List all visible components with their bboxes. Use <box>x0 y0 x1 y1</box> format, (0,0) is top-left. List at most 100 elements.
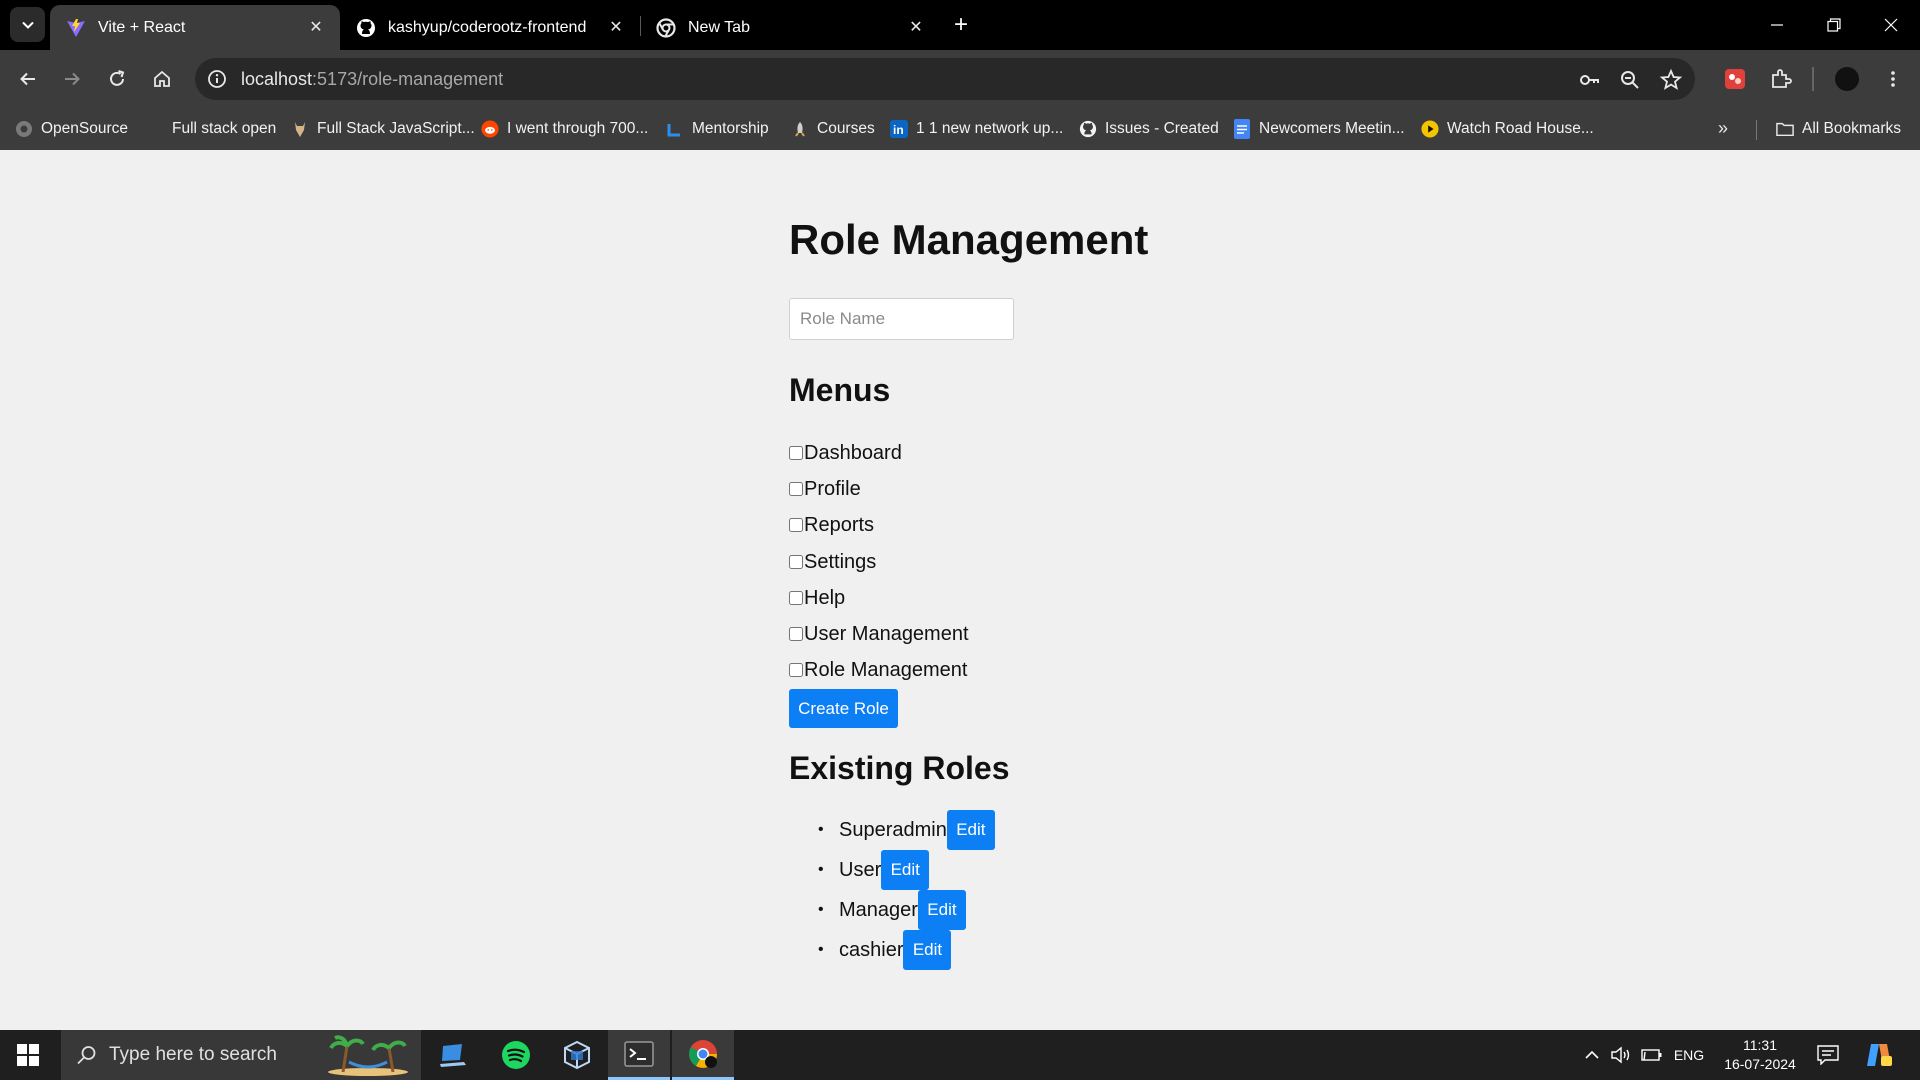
bookmark-linkedin[interactable]: in 1 1 new network up... <box>890 117 1063 141</box>
bookmark-label: Issues - Created <box>1105 120 1219 137</box>
taskbar-clock[interactable]: 11:31 16-07-2024 <box>1714 1036 1806 1074</box>
edit-role-button[interactable]: Edit <box>917 890 966 930</box>
home-icon <box>154 70 170 87</box>
extensions-puzzle-icon[interactable] <box>1766 64 1796 94</box>
tab-search-dropdown-button[interactable] <box>10 7 45 42</box>
play-icon <box>1421 120 1439 138</box>
bookmark-mentorship[interactable]: Mentorship <box>666 117 769 141</box>
close-tab-icon[interactable]: ✕ <box>606 17 626 37</box>
forward-button[interactable] <box>57 64 87 94</box>
chrome-icon <box>656 17 676 38</box>
menu-option-label: Help <box>804 586 846 609</box>
bookmark-full-stack-open[interactable]: Full stack open <box>172 117 276 141</box>
volume-icon[interactable] <box>1608 1030 1634 1080</box>
close-icon <box>1884 18 1898 32</box>
tab-vite-react[interactable]: Vite + React ✕ <box>50 5 340 50</box>
tab-new-tab[interactable]: New Tab ✕ <box>640 5 940 50</box>
menu-option-help[interactable]: Help <box>789 583 845 613</box>
menu-checkbox[interactable] <box>789 627 803 641</box>
reload-button[interactable] <box>102 64 132 94</box>
menu-checkbox[interactable] <box>789 591 803 605</box>
menu-checkbox[interactable] <box>789 446 803 460</box>
menu-option-role-management[interactable]: Role Management <box>789 655 967 685</box>
bookmark-reddit-post[interactable]: I went through 700... <box>481 117 648 141</box>
bookmark-label: Watch Road House... <box>1447 120 1594 137</box>
close-tab-icon[interactable]: ✕ <box>306 17 326 37</box>
role-name: Manager <box>839 898 918 921</box>
password-key-icon[interactable] <box>1577 68 1601 92</box>
create-role-button[interactable]: Create Role <box>789 689 898 728</box>
bookmark-newcomers-meeting[interactable]: Newcomers Meetin... <box>1233 117 1405 141</box>
bookmark-watch-road-house[interactable]: Watch Road House... <box>1421 117 1594 141</box>
menus-heading: Menus <box>789 372 891 408</box>
extension-red-icon[interactable] <box>1720 64 1750 94</box>
zoom-icon[interactable] <box>1618 68 1642 92</box>
bookmark-courses[interactable]: Courses <box>791 117 875 141</box>
menu-checkbox[interactable] <box>789 555 803 569</box>
address-bar[interactable]: localhost:5173/role-management <box>195 58 1695 100</box>
copilot-icon[interactable] <box>1862 1030 1896 1080</box>
home-button[interactable] <box>147 64 177 94</box>
notifications-icon[interactable] <box>1814 1030 1842 1080</box>
taskbar-search-box[interactable]: Type here to search <box>61 1030 421 1080</box>
search-placeholder: Type here to search <box>109 1044 277 1065</box>
tab-github-coderootz[interactable]: kashyup/coderootz-frontend ✕ <box>340 5 640 50</box>
menu-option-profile[interactable]: Profile <box>789 474 861 504</box>
taskbar-app-chrome[interactable] <box>672 1030 734 1080</box>
role-name: cashier <box>839 938 904 961</box>
minimize-button[interactable] <box>1764 12 1790 38</box>
profile-avatar[interactable] <box>1832 64 1862 94</box>
terminal-icon <box>624 1040 654 1067</box>
url-text[interactable]: localhost:5173/role-management <box>241 69 503 90</box>
menu-checkbox[interactable] <box>789 482 803 496</box>
courses-icon <box>791 120 809 138</box>
role-name-input[interactable] <box>789 298 1014 340</box>
search-highlight-palm-trees-icon <box>323 1034 413 1076</box>
close-tab-icon[interactable]: ✕ <box>906 17 926 37</box>
taskbar-app-virtualbox[interactable] <box>546 1030 608 1080</box>
menu-option-label: Reports <box>804 513 875 536</box>
clock-date: 16-07-2024 <box>1724 1056 1796 1072</box>
language-indicator[interactable]: ENG <box>1672 1030 1706 1080</box>
tab-title: New Tab <box>688 18 750 36</box>
menu-option-user-management[interactable]: User Management <box>789 619 969 649</box>
edit-role-button[interactable]: Edit <box>903 930 952 970</box>
more-bookmarks-chevron-icon[interactable]: » <box>1718 118 1728 139</box>
taskbar-app-spotify[interactable] <box>485 1030 547 1080</box>
vite-icon <box>66 18 86 38</box>
menu-option-reports[interactable]: Reports <box>789 510 874 540</box>
site-info-icon[interactable] <box>207 69 227 89</box>
bookmark-star-icon[interactable] <box>1659 68 1683 92</box>
opensource-icon <box>15 120 33 138</box>
windows-taskbar: Type here to search ENG 11:31 16-07-2024 <box>0 1030 1920 1080</box>
menu-option-settings[interactable]: Settings <box>789 547 876 577</box>
bookmark-label: Full Stack JavaScript... <box>317 120 475 137</box>
role-name: Superadmin <box>839 818 947 841</box>
back-button[interactable] <box>13 64 43 94</box>
windows-start-button[interactable] <box>16 1043 40 1067</box>
tray-overflow-chevron-icon[interactable] <box>1582 1030 1602 1080</box>
menu-checkbox[interactable] <box>789 663 803 677</box>
taskbar-app-terminal[interactable] <box>608 1030 670 1080</box>
taskbar-app-explorer[interactable] <box>422 1030 484 1080</box>
menu-option-dashboard[interactable]: Dashboard <box>789 438 902 468</box>
browser-menu-button[interactable] <box>1878 64 1908 94</box>
close-window-button[interactable] <box>1878 12 1904 38</box>
menu-checkbox[interactable] <box>789 518 803 532</box>
menu-option-label: Settings <box>804 550 877 573</box>
bookmark-full-stack-javascript[interactable]: Full Stack JavaScript... <box>291 117 475 141</box>
list-bullet: • <box>818 941 824 958</box>
new-tab-button[interactable]: + <box>948 11 974 38</box>
battery-icon[interactable] <box>1640 1030 1664 1080</box>
all-bookmarks-button[interactable]: All Bookmarks <box>1776 117 1901 141</box>
list-bullet: • <box>818 861 824 878</box>
edit-role-button[interactable]: Edit <box>881 850 930 890</box>
bookmark-opensource[interactable]: OpenSource <box>15 117 128 141</box>
bookmark-issues-created[interactable]: Issues - Created <box>1079 117 1219 141</box>
menu-option-label: Role Management <box>804 658 968 681</box>
all-bookmarks-label: All Bookmarks <box>1802 120 1902 137</box>
bookmark-label: Courses <box>817 120 875 137</box>
edit-role-button[interactable]: Edit <box>946 810 995 850</box>
chevron-down-icon <box>21 21 34 29</box>
restore-button[interactable] <box>1821 12 1847 38</box>
